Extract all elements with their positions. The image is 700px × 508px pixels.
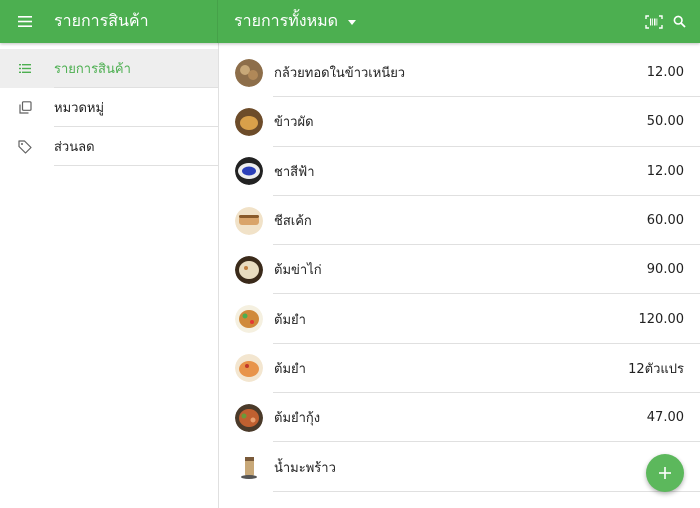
product-price: 50.00	[646, 114, 684, 130]
product-image	[235, 354, 263, 383]
product-name: ต้มยำกุ้ง	[274, 411, 321, 427]
list-title-dropdown[interactable]: รายการทั้งหมด	[218, 0, 700, 43]
list-item[interactable]: ชีสเค้ก 60.00	[219, 196, 700, 246]
product-name: ต้มยำ	[274, 312, 306, 328]
barcode-icon[interactable]	[645, 0, 663, 43]
list-item[interactable]: ข้าวผัด 50.00	[219, 97, 700, 147]
app-bar: รายการสินค้า รายการทั้งหมด	[0, 0, 700, 43]
product-image	[235, 255, 263, 284]
product-image	[235, 305, 263, 334]
add-product-button[interactable]	[646, 454, 684, 492]
product-image	[235, 206, 263, 235]
product-list: กล้วยทอดในข้าวเหนียว 12.00 ข้าวผัด 50.00…	[219, 43, 700, 508]
search-icon[interactable]	[673, 0, 686, 43]
copy-icon	[0, 101, 50, 114]
product-image	[235, 157, 263, 186]
product-price: 60.00	[646, 213, 684, 229]
product-image	[235, 107, 263, 136]
app-title: รายการสินค้า	[54, 11, 149, 30]
sidebar-item-label: รายการสินค้า	[54, 62, 131, 77]
dropdown-icon[interactable]	[348, 20, 357, 25]
product-price: 12.00	[646, 163, 684, 179]
list-title[interactable]: รายการทั้งหมด	[234, 9, 338, 34]
sidebar-item-products[interactable]: รายการสินค้า	[0, 49, 218, 88]
product-name: ข้าวผัด	[274, 115, 314, 131]
sidebar-item-discounts[interactable]: ส่วนลด	[0, 127, 218, 166]
product-name: ชาสีฟ้า	[274, 164, 315, 180]
list-item[interactable]: กล้วยทอดในข้าวเหนียว 12.00	[219, 48, 700, 98]
list-item[interactable]: ต้มข่าไก่ 90.00	[219, 245, 700, 295]
list-icon	[0, 64, 50, 73]
plus-icon	[659, 467, 671, 479]
sidebar: รายการสินค้า หมวดหมู่ ส่วนลด	[0, 43, 219, 508]
list-item[interactable]: ต้มยำ 120.00	[219, 294, 700, 345]
list-item[interactable]: น้ำมะพร้าว	[219, 442, 700, 492]
product-name: กล้วยทอดในข้าวเหนียว	[274, 66, 406, 82]
product-price: 90.00	[646, 262, 684, 278]
sidebar-item-categories[interactable]: หมวดหมู่	[0, 88, 218, 127]
sidebar-item-label: หมวดหมู่	[54, 101, 105, 116]
product-image	[235, 58, 263, 87]
product-name: ต้มข่าไก่	[274, 263, 322, 279]
app-bar-left: รายการสินค้า	[0, 0, 218, 43]
product-name: น้ำมะพร้าว	[274, 460, 336, 476]
list-item[interactable]: ชาสีฟ้า 12.00	[219, 147, 700, 197]
product-price: 12ตัวแปร	[628, 361, 684, 377]
product-price: 47.00	[646, 410, 684, 426]
product-name: ชีสเค้ก	[274, 214, 312, 230]
product-name: ต้มยำ	[274, 361, 306, 377]
sidebar-item-label: ส่วนลด	[54, 140, 95, 155]
list-item[interactable]: ต้มยำ 12ตัวแปร	[219, 344, 700, 394]
list-item[interactable]: ต้มยำกุ้ง 47.00	[219, 393, 700, 443]
product-image	[235, 403, 263, 432]
product-price: 12.00	[646, 65, 684, 81]
product-image	[235, 453, 263, 482]
tag-icon	[0, 139, 50, 154]
product-price: 120.00	[638, 311, 685, 327]
menu-icon[interactable]	[0, 0, 50, 43]
